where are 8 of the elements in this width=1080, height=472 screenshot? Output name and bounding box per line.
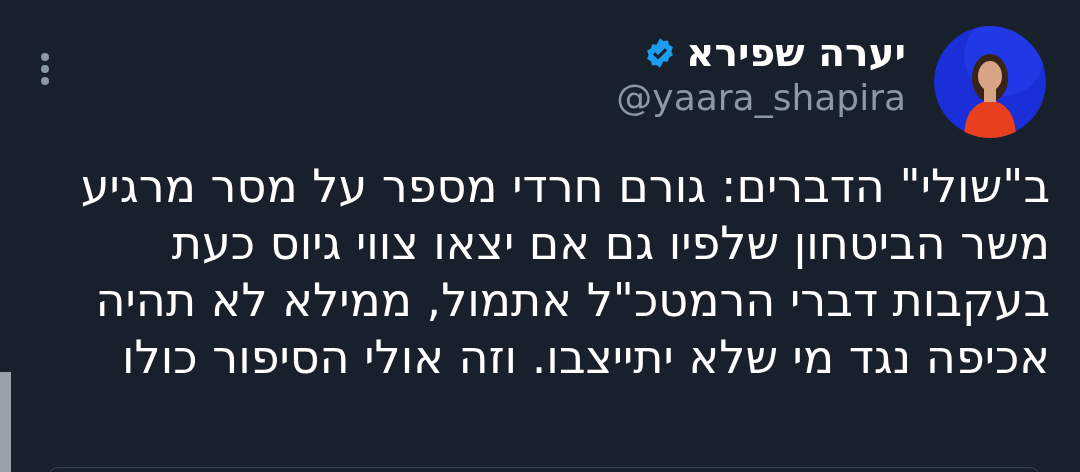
more-options-icon[interactable] [40,52,50,86]
scroll-bar[interactable] [0,372,11,472]
author-name[interactable]: יערה שפירא [686,30,906,76]
tweet-text-line: משר הביטחון שלפיו גם אם יצאו צווי גיוס כעת [170,215,1050,272]
tweet-text-line: בעקבות דברי הרמטכ"ל אתמול, ממילא לא תהיה [94,272,1050,329]
tweet-text-line: ב"שולי" הדברים: גורם חרדי מספר על מסר מרגיע [79,158,1050,215]
tweet-text-line: אכיפה נגד מי שלא יתייצבו. וזה אולי הסיפור כולו [121,329,1050,386]
author-handle[interactable]: @yaara_shapira [616,76,906,120]
